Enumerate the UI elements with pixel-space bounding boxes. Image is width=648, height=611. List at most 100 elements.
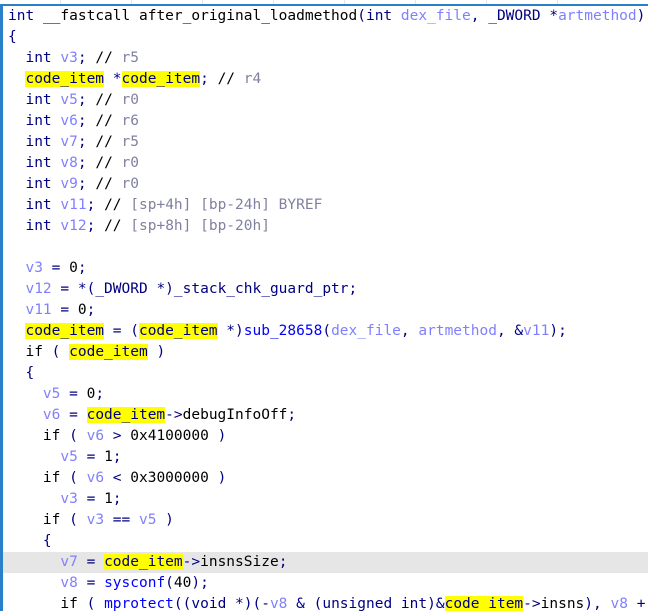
pseudocode-code-area[interactable]: int __fastcall after_original_loadmethod…: [3, 6, 648, 611]
code-line[interactable]: int __fastcall after_original_loadmethod…: [3, 6, 648, 27]
code-line[interactable]: v5 = 0;: [3, 384, 648, 405]
code-line[interactable]: v7 = code_item->insnsSize;: [3, 552, 648, 573]
code-token: int: [365, 8, 393, 24]
code-token: ==: [104, 512, 139, 528]
code-token: ;: [77, 113, 96, 129]
code-line[interactable]: {: [3, 363, 648, 384]
code-line[interactable]: int v7; // r5: [3, 132, 648, 153]
code-line[interactable]: v8 = sysconf(40);: [3, 573, 648, 594]
code-line[interactable]: if ( v6 < 0x3000000 ): [3, 468, 648, 489]
code-token: =: [77, 491, 105, 507]
code-line[interactable]: v12 = *(_DWORD *)_stack_chk_guard_ptr;: [3, 279, 648, 300]
code-token: unsigned: [322, 596, 393, 611]
code-token: int: [25, 113, 52, 129]
code-token: >: [104, 428, 131, 444]
comment-marker: //: [95, 176, 113, 192]
code-line[interactable]: v5 = 1;: [3, 447, 648, 468]
code-token: artmethod: [418, 323, 497, 339]
code-token: )&: [427, 596, 445, 611]
code-token: debugInfoOff: [182, 407, 288, 423]
code-token: int: [25, 197, 52, 213]
code-token: ->: [523, 596, 541, 611]
code-comment: r5: [112, 134, 140, 150]
code-token: v8: [269, 596, 288, 611]
code-token: v11: [25, 302, 52, 318]
code-line[interactable]: v3 = 1;: [3, 489, 648, 510]
code-token: insns: [540, 596, 585, 611]
code-line[interactable]: int v6; // r6: [3, 111, 648, 132]
code-token: (: [60, 470, 87, 486]
code-token: v11: [60, 197, 87, 213]
code-token: 40: [173, 575, 192, 591]
code-line[interactable]: if ( v3 == v5 ): [3, 510, 648, 531]
code-token: v6: [86, 428, 105, 444]
code-line[interactable]: v3 = 0;: [3, 258, 648, 279]
code-token: v12: [60, 218, 87, 234]
code-token: _stack_chk_guard_ptr: [173, 281, 349, 297]
code-line[interactable]: int v3; // r5: [3, 48, 648, 69]
code-token: ;: [287, 407, 297, 423]
code-token: ;: [86, 218, 105, 234]
code-token: ;: [77, 176, 96, 192]
code-line[interactable]: int v8; // r0: [3, 153, 648, 174]
code-token: int: [25, 134, 52, 150]
highlighted-identifier: code_item: [86, 407, 166, 423]
code-token: ;: [86, 302, 96, 318]
code-line[interactable]: {: [3, 531, 648, 552]
comment-marker: //: [95, 92, 113, 108]
code-line[interactable]: code_item = (code_item *)sub_28658(dex_f…: [3, 321, 648, 342]
code-token: v12: [25, 281, 52, 297]
code-token: ,: [400, 323, 419, 339]
code-token: ->: [165, 407, 183, 423]
code-token: v6: [86, 470, 105, 486]
comment-marker: //: [95, 113, 113, 129]
code-token: v7: [60, 554, 78, 570]
code-line[interactable]: if ( mprotect((void *)(-v8 & (unsigned i…: [3, 594, 648, 611]
code-token: =: [77, 575, 105, 591]
highlighted-identifier: code_item: [25, 71, 105, 87]
code-token: v6: [60, 113, 78, 129]
code-line[interactable]: int v5; // r0: [3, 90, 648, 111]
code-token: int: [8, 8, 35, 24]
code-comment: r0: [112, 92, 140, 108]
code-token: int: [25, 218, 52, 234]
code-token: ;: [95, 386, 105, 402]
code-token: ): [208, 470, 227, 486]
code-token: = (: [104, 323, 139, 339]
code-token: (: [357, 8, 366, 24]
code-line[interactable]: if ( code_item ): [3, 342, 648, 363]
highlighted-identifier: code_item: [121, 71, 201, 87]
code-line[interactable]: int v9; // r0: [3, 174, 648, 195]
code-token: int: [25, 50, 52, 66]
code-token: ;: [112, 491, 122, 507]
code-line[interactable]: {: [3, 27, 648, 48]
code-line[interactable]: int v12; // [sp+8h] [bp-20h]: [3, 216, 648, 237]
code-token: =: [42, 260, 70, 276]
highlighted-identifier: code_item: [104, 554, 183, 570]
code-token: ;: [77, 134, 96, 150]
code-line[interactable]: code_item *code_item; // r4: [3, 69, 648, 90]
code-line[interactable]: [3, 237, 648, 258]
code-token: if: [42, 428, 61, 444]
code-line[interactable]: v11 = 0;: [3, 300, 648, 321]
code-line[interactable]: v6 = code_item->debugInfoOff;: [3, 405, 648, 426]
code-token: ;: [200, 71, 218, 87]
code-line[interactable]: int v11; // [sp+4h] [bp-24h] BYREF: [3, 195, 648, 216]
code-token: +: [636, 596, 646, 611]
code-comment: r5: [112, 50, 140, 66]
code-token: _DWORD: [95, 281, 148, 297]
code-token: {: [8, 365, 35, 381]
code-token: (: [60, 512, 87, 528]
code-line[interactable]: if ( v6 > 0x4100000 ): [3, 426, 648, 447]
code-token: *: [540, 8, 559, 24]
comment-marker: //: [104, 197, 122, 213]
